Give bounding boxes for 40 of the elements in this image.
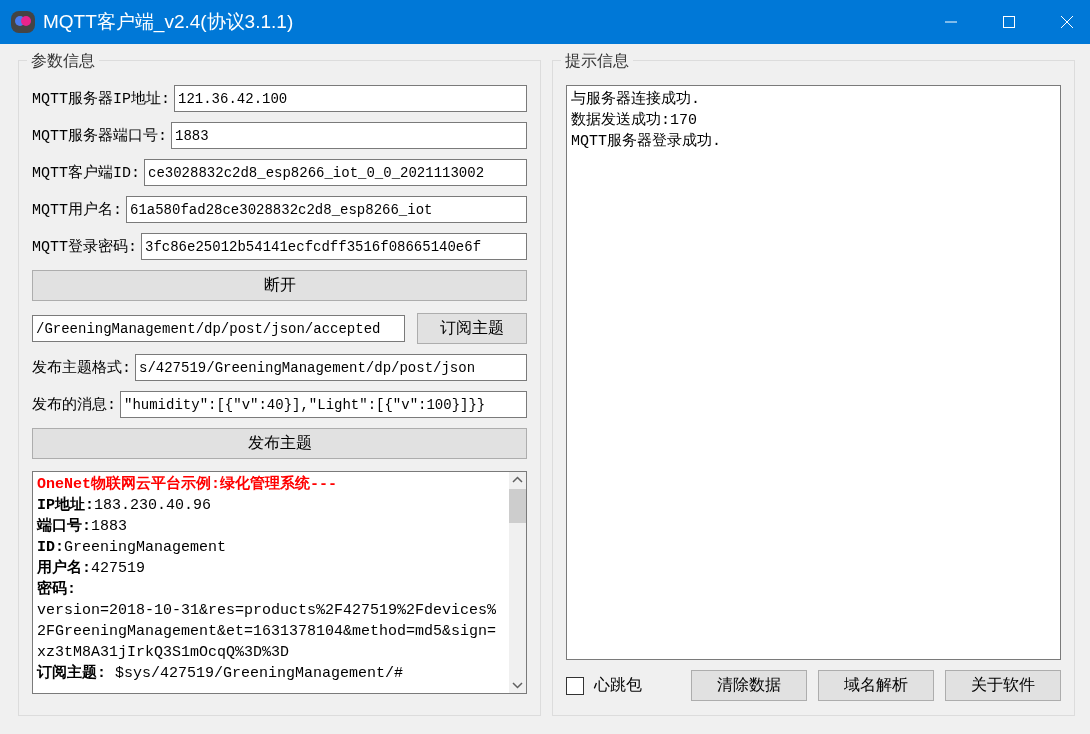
action-button[interactable]: 关于软件: [945, 670, 1061, 701]
text-field[interactable]: s/427519/GreeningManagement/dp/post/json: [135, 354, 527, 381]
window-title: MQTT客户端_v2.4(协议3.1.1): [43, 10, 295, 35]
log-line: 端口号:1883: [37, 516, 129, 537]
field-label: MQTT登录密码:: [32, 237, 137, 256]
log-line: ID:GreeningManagement: [37, 538, 228, 558]
heartbeat-checkbox[interactable]: [566, 676, 584, 695]
field-label: MQTT用户名:: [32, 200, 122, 219]
log-line: 用户名:427519: [37, 558, 147, 579]
log-line: version=2018-10-31&res=products%2F427519%2Fdevices%2FGreeningManagement&et=1631378104&method=md5&sign=xz3tM8A31jIrkQ3S1mOcqQ%3D%3D: [37, 601, 497, 663]
field-label: 发布的消息:: [32, 395, 116, 414]
scrollbar[interactable]: [509, 472, 526, 693]
publish-button[interactable]: 发布主题: [32, 428, 527, 459]
log-line: 密码:: [37, 579, 77, 600]
field-label: 发布主题格式:: [32, 358, 131, 377]
subscribe-button[interactable]: 订阅主题: [417, 313, 527, 344]
group-title: 参数信息: [27, 51, 99, 72]
text-field[interactable]: "humidity":[{"v":40}],"Light":[{"v":100}]}}: [120, 391, 527, 418]
subscribe-topic-field[interactable]: /GreeningManagement/dp/post/json/accepted: [32, 315, 405, 342]
log-line: IP地址:183.230.40.96: [37, 495, 213, 516]
text-field[interactable]: 3fc86e25012b54141ecfcdff3516f08665140e6f: [141, 233, 527, 260]
text-field[interactable]: 121.36.42.100: [174, 85, 527, 112]
action-button[interactable]: 域名解析: [818, 670, 934, 701]
text-field[interactable]: 61a580fad28ce3028832c2d8_esp8266_iot: [126, 196, 527, 223]
text-field[interactable]: ce3028832c2d8_esp8266_iot_0_0_2021113002: [144, 159, 527, 186]
text-field[interactable]: 1883: [171, 122, 527, 149]
log-line: MQTT服务器登录成功.: [571, 131, 721, 152]
field-label: MQTT服务器端口号:: [32, 127, 167, 145]
checkbox-label: 心跳包: [594, 675, 642, 696]
log-line: 与服务器连接成功.: [571, 89, 700, 110]
app-icon: [11, 10, 35, 34]
log-line: 订阅主题: $sys/427519/GreeningManagement/#: [37, 663, 405, 684]
action-button[interactable]: 清除数据: [691, 670, 807, 701]
log-heading: OneNet物联网云平台示例:绿化管理系统---: [37, 474, 338, 495]
field-label: MQTT服务器IP地址:: [32, 89, 170, 108]
disconnect-button[interactable]: 断开: [32, 270, 527, 301]
log-line: 数据发送成功:170: [571, 110, 697, 131]
scroll-thumb[interactable]: [509, 489, 526, 523]
group-title: 提示信息: [561, 51, 633, 72]
field-label: MQTT客户端ID:: [32, 163, 140, 182]
